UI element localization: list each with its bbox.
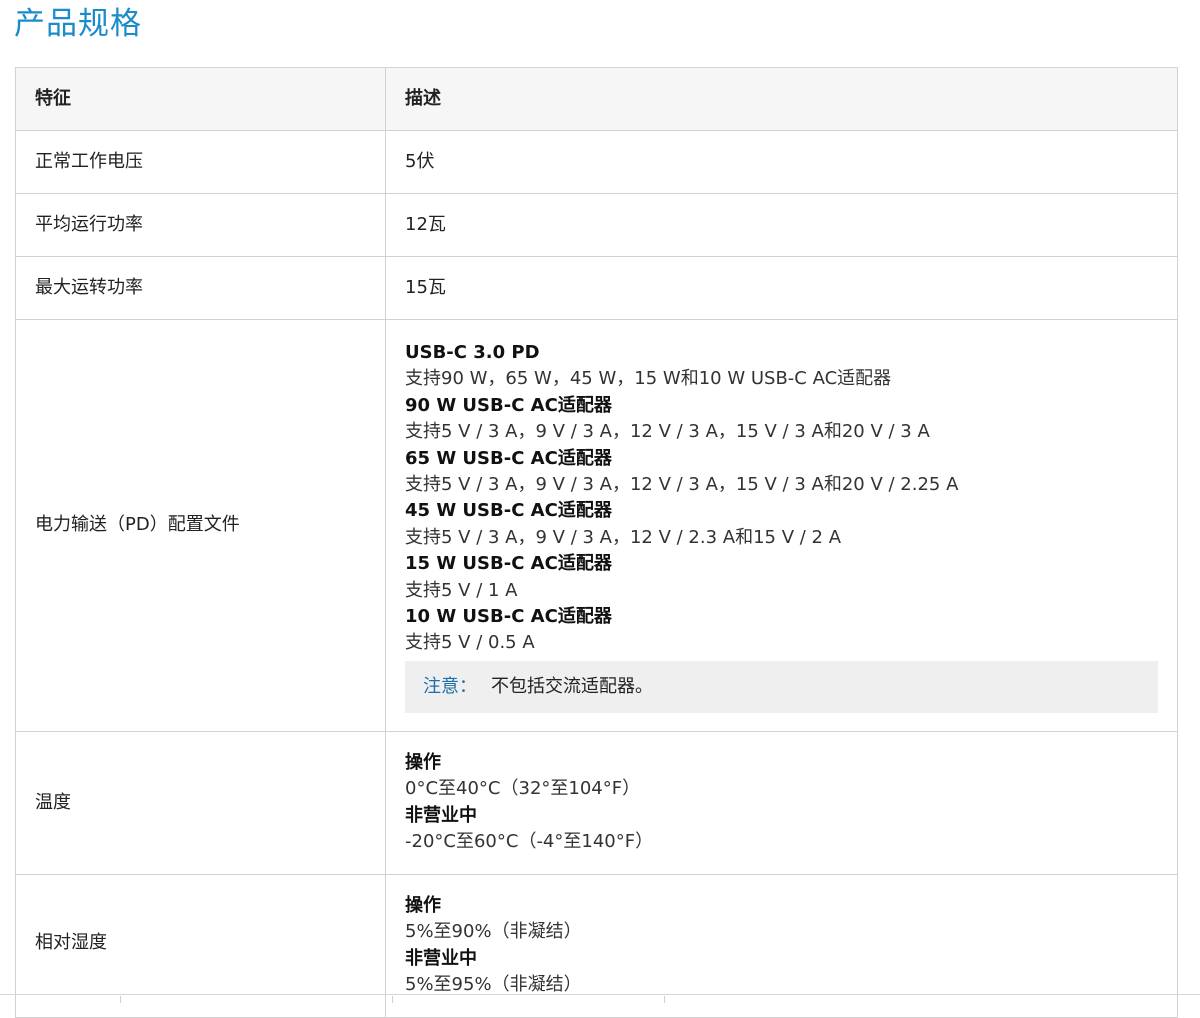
pd-text: 支持90 W，65 W，45 W，15 W和10 W USB-C AC适配器 (405, 368, 892, 390)
operating-label: 操作 (405, 752, 441, 774)
row-feature: 电力输送（PD）配置文件 (15, 319, 386, 732)
pd-text: 支持5 V / 3 A，9 V / 3 A，12 V / 3 A，15 V / … (405, 474, 959, 496)
note-box: 注意： 不包括交流适配器。 (405, 660, 1158, 713)
spec-table: 特征 描述 正常工作电压 5伏 平均运行功率 12瓦 最大运转功率 15瓦 电力… (15, 67, 1178, 1018)
operating-label: 操作 (405, 894, 441, 916)
pd-heading: 15 W USB-C AC适配器 (405, 553, 612, 575)
note-label: 注意： (423, 675, 477, 697)
row-description: USB-C 3.0 PD 支持90 W，65 W，45 W，15 W和10 W … (385, 319, 1178, 732)
humidity-block: 操作 5%至90%（非凝结） 非营业中 5%至95%（非凝结） (405, 875, 1158, 999)
bottom-divider (0, 994, 1200, 995)
divider-tick (664, 996, 665, 1003)
temperature-block: 操作 0°C至40°C（32°至104°F） 非营业中 -20°C至60°C（-… (405, 734, 1158, 872)
table-row-temperature: 温度 操作 0°C至40°C（32°至104°F） 非营业中 -20°C至60°… (15, 730, 1178, 875)
table-row-humidity: 相对湿度 操作 5%至90%（非凝结） 非营业中 5%至95%（非凝结） (15, 873, 1178, 1018)
table-header-row: 特征 描述 (15, 67, 1178, 131)
row-description: 12瓦 (385, 193, 1178, 257)
pd-text: 支持5 V / 1 A (405, 579, 518, 601)
row-description: 操作 5%至90%（非凝结） 非营业中 5%至95%（非凝结） (385, 873, 1178, 1018)
row-description: 15瓦 (385, 256, 1178, 320)
row-feature: 相对湿度 (15, 873, 386, 1018)
row-feature: 温度 (15, 730, 386, 875)
pd-heading: 45 W USB-C AC适配器 (405, 500, 612, 522)
divider-tick (120, 996, 121, 1003)
pd-text: 支持5 V / 3 A，9 V / 3 A，12 V / 2.3 A和15 V … (405, 526, 842, 548)
row-description: 5伏 (385, 130, 1178, 194)
divider-tick (392, 996, 393, 1003)
nonoperating-label: 非营业中 (405, 804, 477, 826)
header-description: 描述 (385, 67, 1178, 131)
humidity-feature-label: 相对湿度 (35, 931, 107, 953)
pd-heading: 10 W USB-C AC适配器 (405, 606, 612, 628)
pd-text: 支持5 V / 0.5 A (405, 632, 535, 654)
table-row: 正常工作电压 5伏 (15, 130, 1178, 194)
nonoperating-value: -20°C至60°C（-4°至140°F） (405, 831, 654, 853)
table-row-pd-profile: 电力输送（PD）配置文件 USB-C 3.0 PD 支持90 W，65 W，45… (15, 319, 1178, 732)
row-feature: 平均运行功率 (15, 193, 386, 257)
table-row: 最大运转功率 15瓦 (15, 256, 1178, 320)
note-text: 不包括交流适配器。 (491, 675, 653, 697)
pd-description-block: USB-C 3.0 PD 支持90 W，65 W，45 W，15 W和10 W … (405, 320, 1158, 731)
pd-heading: 90 W USB-C AC适配器 (405, 394, 612, 416)
pd-heading: 65 W USB-C AC适配器 (405, 447, 612, 469)
pd-text: 支持5 V / 3 A，9 V / 3 A，12 V / 3 A，15 V / … (405, 421, 930, 443)
table-row: 平均运行功率 12瓦 (15, 193, 1178, 257)
header-feature: 特征 (15, 67, 386, 131)
row-description: 操作 0°C至40°C（32°至104°F） 非营业中 -20°C至60°C（-… (385, 730, 1178, 875)
operating-value: 0°C至40°C（32°至104°F） (405, 778, 641, 800)
row-feature: 正常工作电压 (15, 130, 386, 194)
row-feature: 最大运转功率 (15, 256, 386, 320)
page-title: 产品规格 (14, 6, 142, 42)
operating-value: 5%至90%（非凝结） (405, 921, 582, 943)
nonoperating-label: 非营业中 (405, 947, 477, 969)
pd-heading: USB-C 3.0 PD (405, 342, 540, 363)
